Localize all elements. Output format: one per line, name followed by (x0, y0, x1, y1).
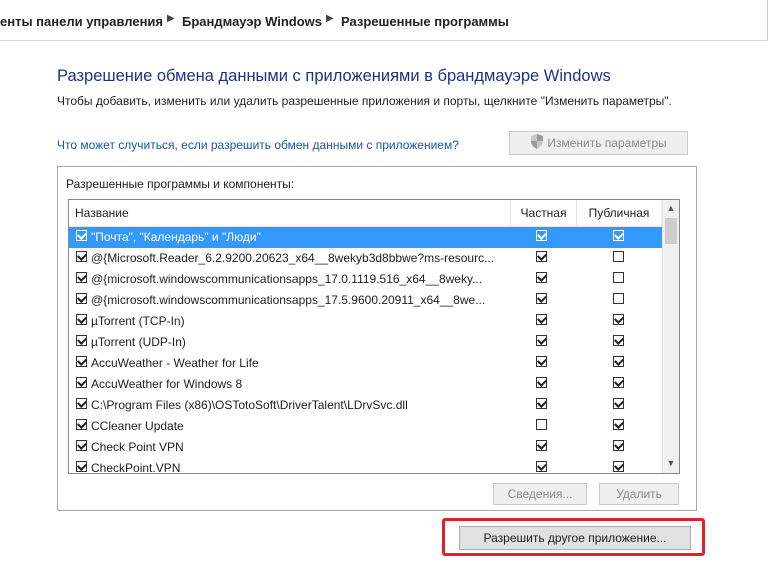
table-row[interactable]: µTorrent (TCP-In) (69, 311, 662, 332)
table-row[interactable]: AccuWeather - Weather for Life (69, 353, 662, 374)
breadcrumb-separator-icon[interactable]: ▶ (326, 13, 334, 24)
remove-button[interactable]: Удалить (599, 483, 679, 505)
public-checkbox[interactable] (613, 335, 624, 346)
private-checkbox[interactable] (536, 314, 547, 325)
public-checkbox[interactable] (613, 377, 624, 388)
breadcrumb: енты панели управления ▶ Брандмауэр Wind… (0, 0, 768, 41)
enable-checkbox[interactable] (76, 230, 87, 241)
column-header-public[interactable]: Публичная (576, 200, 662, 226)
enable-checkbox[interactable] (76, 440, 87, 451)
private-checkbox[interactable] (536, 272, 547, 283)
table-row[interactable]: @{microsoft.windowscommunicationsapps_17… (69, 269, 662, 290)
public-checkbox[interactable] (613, 419, 624, 430)
private-checkbox[interactable] (536, 377, 547, 388)
highlight-frame (442, 518, 705, 556)
column-header-private[interactable]: Частная (510, 200, 576, 226)
enable-checkbox[interactable] (76, 335, 87, 346)
public-checkbox[interactable] (613, 461, 624, 472)
table-row[interactable]: @{Microsoft.Reader_6.2.9200.20623_x64__8… (69, 248, 662, 269)
breadcrumb-item-firewall[interactable]: Брандмауэр Windows (182, 14, 322, 29)
enable-checkbox[interactable] (76, 356, 87, 367)
private-checkbox[interactable] (536, 356, 547, 367)
scrollbar-thumb[interactable] (665, 218, 677, 244)
public-checkbox[interactable] (613, 398, 624, 409)
table-row[interactable]: CCleaner Update (69, 416, 662, 437)
public-checkbox[interactable] (613, 230, 624, 241)
scroll-up-icon[interactable]: ▲ (663, 200, 679, 217)
private-checkbox[interactable] (536, 440, 547, 451)
enable-checkbox[interactable] (76, 398, 87, 409)
table-row[interactable]: CheckPoint.VPN (69, 458, 662, 474)
private-checkbox[interactable] (536, 251, 547, 262)
private-checkbox[interactable] (536, 335, 547, 346)
public-checkbox[interactable] (613, 293, 624, 304)
table-row[interactable]: C:\Program Files (x86)\OSTotoSoft\Driver… (69, 395, 662, 416)
table-row[interactable]: µTorrent (UDP-In) (69, 332, 662, 353)
app-name: AccuWeather for Windows 8 (91, 377, 243, 391)
vertical-scrollbar[interactable]: ▲ ▼ (662, 200, 679, 473)
app-name: CCleaner Update (91, 419, 184, 433)
private-checkbox[interactable] (536, 419, 547, 430)
app-name: CheckPoint.VPN (91, 461, 181, 474)
breadcrumb-item-allowed-apps[interactable]: Разрешенные программы (341, 14, 509, 29)
column-header-name[interactable]: Название (69, 200, 510, 226)
allowed-apps-list[interactable]: Название Частная Публичная "Почта", "Кал… (68, 199, 680, 474)
enable-checkbox[interactable] (76, 293, 87, 304)
app-name: @{microsoft.windowscommunicationsapps_17… (91, 272, 483, 286)
risk-info-link[interactable]: Что может случиться, если разрешить обме… (57, 138, 459, 152)
table-row[interactable]: AccuWeather for Windows 8 (69, 374, 662, 395)
app-name: @{microsoft.windowscommunicationsapps_17… (91, 293, 486, 307)
scroll-down-icon[interactable]: ▼ (663, 455, 679, 472)
page-title: Разрешение обмена данными с приложениями… (57, 67, 611, 85)
allowed-apps-label: Разрешенные программы и компоненты: (66, 177, 295, 191)
app-name: µTorrent (TCP-In) (91, 314, 185, 328)
enable-checkbox[interactable] (76, 251, 87, 262)
private-checkbox[interactable] (536, 398, 547, 409)
table-row[interactable]: "Почта", "Календарь" и "Люди" (69, 227, 662, 248)
private-checkbox[interactable] (536, 293, 547, 304)
list-rows: "Почта", "Календарь" и "Люди" @{Microsoft… (69, 227, 662, 474)
shield-icon (530, 134, 544, 156)
app-name: Check Point VPN (91, 440, 184, 454)
table-row[interactable]: Check Point VPN (69, 437, 662, 458)
private-checkbox[interactable] (536, 230, 547, 241)
public-checkbox[interactable] (613, 314, 624, 325)
enable-checkbox[interactable] (76, 377, 87, 388)
details-button[interactable]: Сведения... (493, 483, 587, 505)
change-settings-button[interactable]: Изменить параметры (509, 131, 688, 155)
breadcrumb-item-control-panel[interactable]: енты панели управления (0, 14, 163, 29)
app-name: @{Microsoft.Reader_6.2.9200.20623_x64__8… (91, 251, 495, 265)
enable-checkbox[interactable] (76, 314, 87, 325)
app-name: µTorrent (UDP-In) (91, 335, 186, 349)
enable-checkbox[interactable] (76, 419, 87, 430)
enable-checkbox[interactable] (76, 272, 87, 283)
table-row[interactable]: @{microsoft.windowscommunicationsapps_17… (69, 290, 662, 311)
enable-checkbox[interactable] (76, 461, 87, 472)
breadcrumb-separator-icon[interactable]: ▶ (167, 13, 175, 24)
page-description: Чтобы добавить, изменить или удалить раз… (57, 94, 672, 108)
app-name: C:\Program Files (x86)\OSTotoSoft\Driver… (91, 398, 408, 412)
private-checkbox[interactable] (536, 461, 547, 472)
public-checkbox[interactable] (613, 440, 624, 451)
public-checkbox[interactable] (613, 272, 624, 283)
list-header: Название Частная Публичная (69, 200, 662, 227)
public-checkbox[interactable] (613, 251, 624, 262)
app-name: AccuWeather - Weather for Life (91, 356, 259, 370)
change-settings-label: Изменить параметры (547, 136, 667, 150)
public-checkbox[interactable] (613, 356, 624, 367)
app-name: "Почта", "Календарь" и "Люди" (91, 230, 261, 244)
